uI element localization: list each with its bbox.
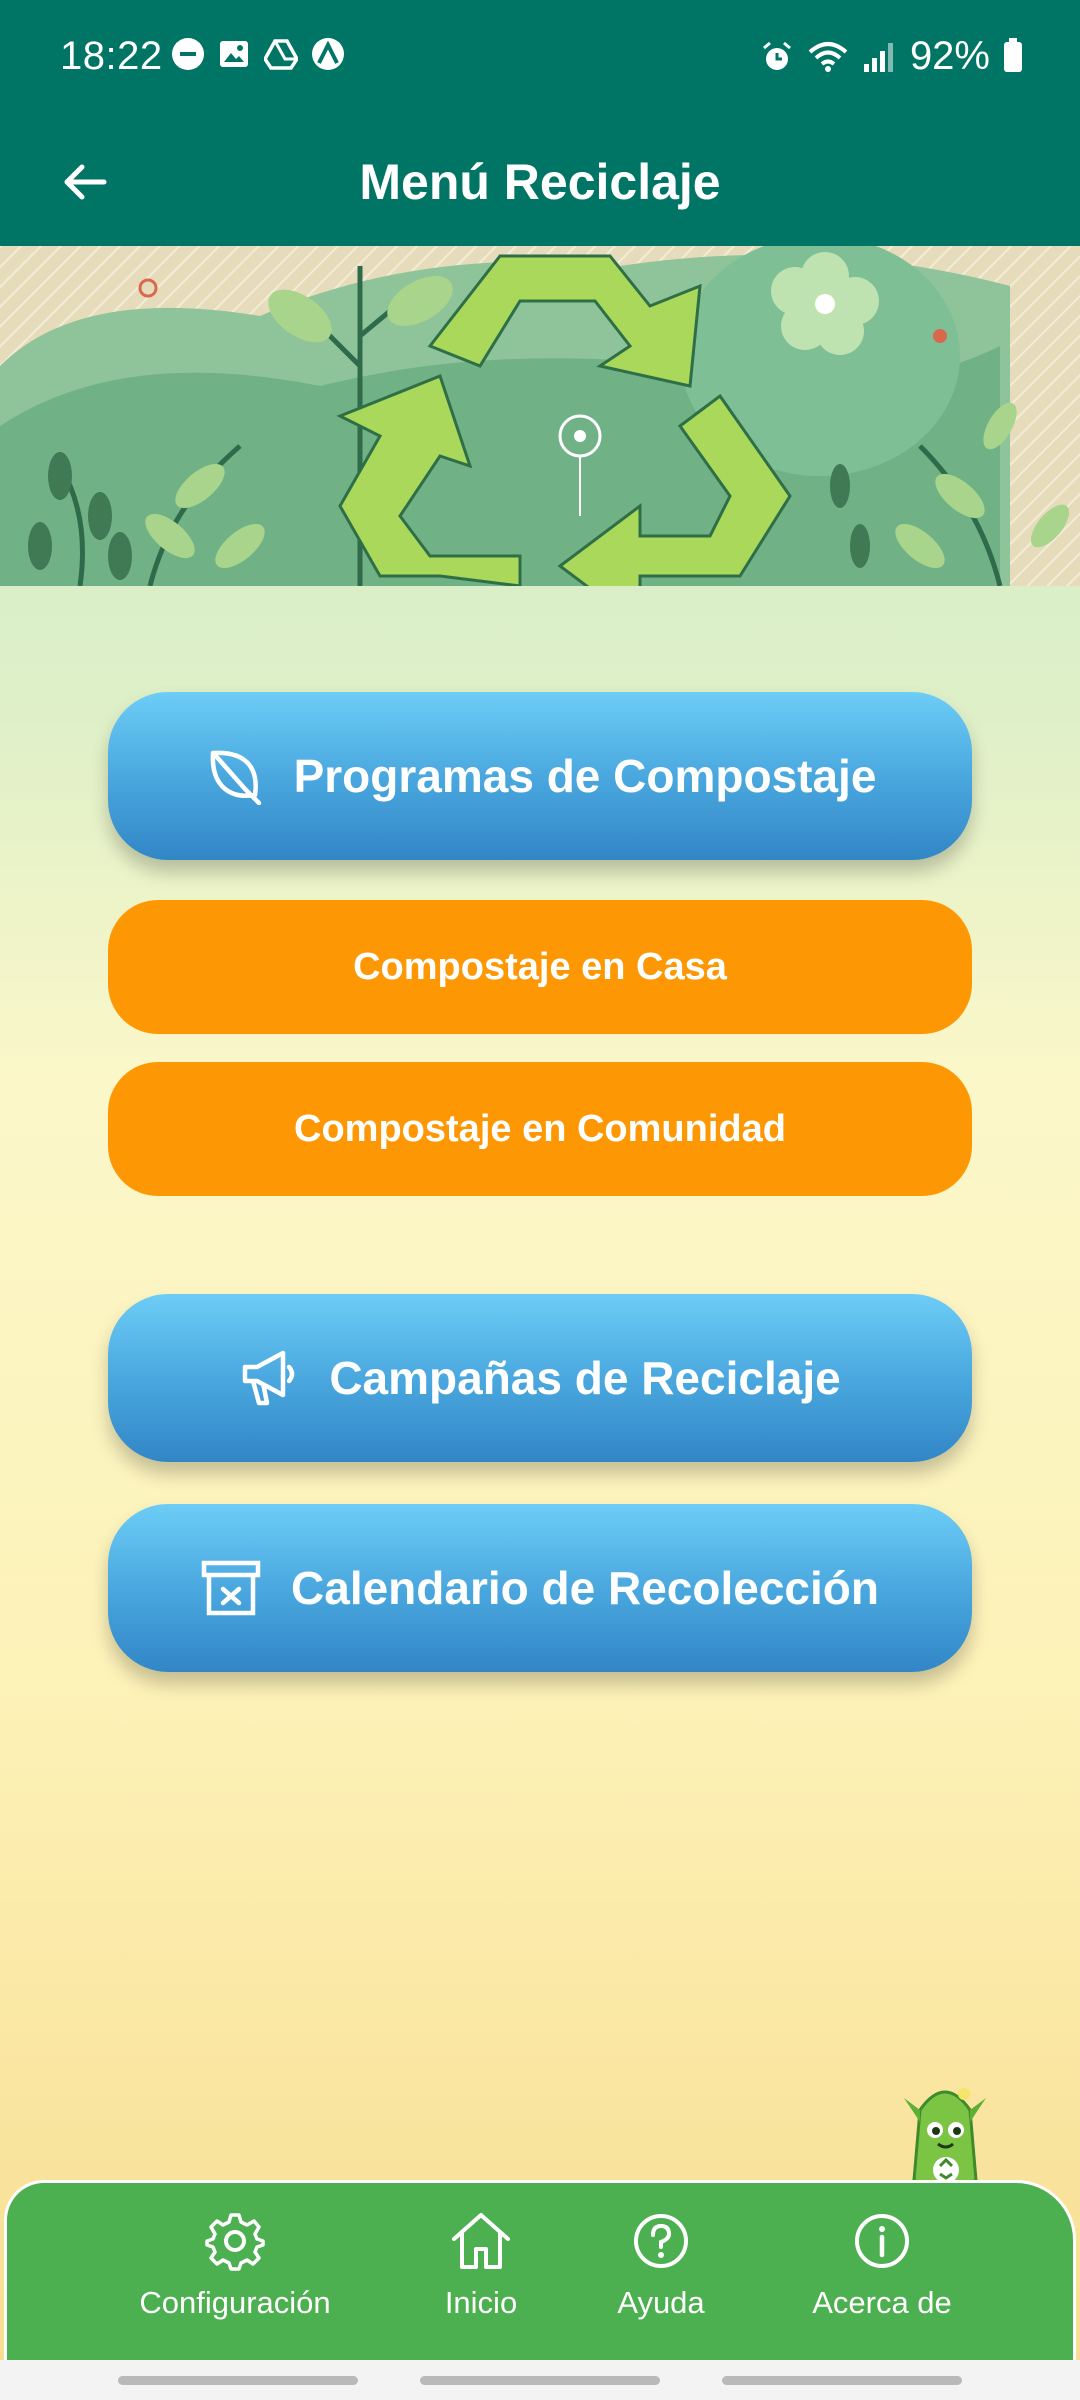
help-circle-icon bbox=[634, 2214, 688, 2268]
app-notification-icon bbox=[312, 38, 344, 70]
compostaje-comunidad-label: Compostaje en Comunidad bbox=[294, 1107, 786, 1150]
drive-icon bbox=[264, 39, 298, 70]
campanas-reciclaje-button[interactable]: Campañas de Reciclaje bbox=[108, 1294, 972, 1462]
wifi-icon bbox=[808, 41, 848, 72]
trash-bin-icon bbox=[201, 1558, 261, 1618]
page-title: Menú Reciclaje bbox=[359, 154, 721, 210]
compostaje-casa-label: Compostaje en Casa bbox=[353, 945, 727, 988]
back-gesture[interactable] bbox=[722, 2376, 962, 2385]
nav-configuracion-label: Configuración bbox=[139, 2285, 331, 2320]
megaphone-icon bbox=[239, 1348, 299, 1408]
signal-icon bbox=[863, 42, 893, 72]
nav-configuracion[interactable]: Configuración bbox=[135, 2211, 335, 2321]
alarm-icon bbox=[762, 41, 791, 70]
status-system-icons: 92% bbox=[760, 34, 1022, 79]
recycling-banner-image bbox=[0, 246, 1080, 586]
campanas-reciclaje-label: Campañas de Reciclaje bbox=[329, 1352, 841, 1404]
bottom-navigation: Configuración Inicio Ayuda Acerca de bbox=[4, 2180, 1076, 2360]
status-notification-icons bbox=[172, 38, 344, 70]
nav-acerca-de-label: Acerca de bbox=[812, 2285, 952, 2320]
nav-ayuda-label: Ayuda bbox=[617, 2285, 705, 2320]
info-circle-icon bbox=[855, 2214, 909, 2268]
programas-compostaje-label: Programas de Compostaje bbox=[293, 750, 877, 802]
nav-acerca-de[interactable]: Acerca de bbox=[797, 2211, 967, 2321]
status-bar: 18:22 92% bbox=[0, 0, 1080, 118]
compostaje-casa-button[interactable]: Compostaje en Casa bbox=[108, 900, 972, 1034]
home-gesture[interactable] bbox=[420, 2376, 660, 2385]
home-icon bbox=[452, 2213, 510, 2269]
leaf-icon bbox=[204, 746, 264, 806]
compostaje-comunidad-button[interactable]: Compostaje en Comunidad bbox=[108, 1062, 972, 1196]
nav-inicio-label: Inicio bbox=[444, 2285, 518, 2320]
system-gesture-bar bbox=[0, 2360, 1080, 2400]
nav-inicio[interactable]: Inicio bbox=[421, 2211, 541, 2321]
nav-ayuda[interactable]: Ayuda bbox=[601, 2211, 721, 2321]
gear-icon bbox=[205, 2213, 265, 2271]
status-time: 18:22 bbox=[60, 34, 163, 78]
programas-compostaje-button[interactable]: Programas de Compostaje bbox=[108, 692, 972, 860]
app-bar: Menú Reciclaje bbox=[0, 118, 1080, 246]
recents-gesture[interactable] bbox=[118, 2376, 358, 2385]
do-not-disturb-icon bbox=[172, 38, 204, 70]
battery-percent: 92% bbox=[909, 34, 990, 78]
calendario-recoleccion-label: Calendario de Recolección bbox=[291, 1562, 879, 1614]
calendario-recoleccion-button[interactable]: Calendario de Recolección bbox=[108, 1504, 972, 1672]
gallery-icon bbox=[220, 41, 248, 67]
battery-icon bbox=[1004, 37, 1022, 72]
